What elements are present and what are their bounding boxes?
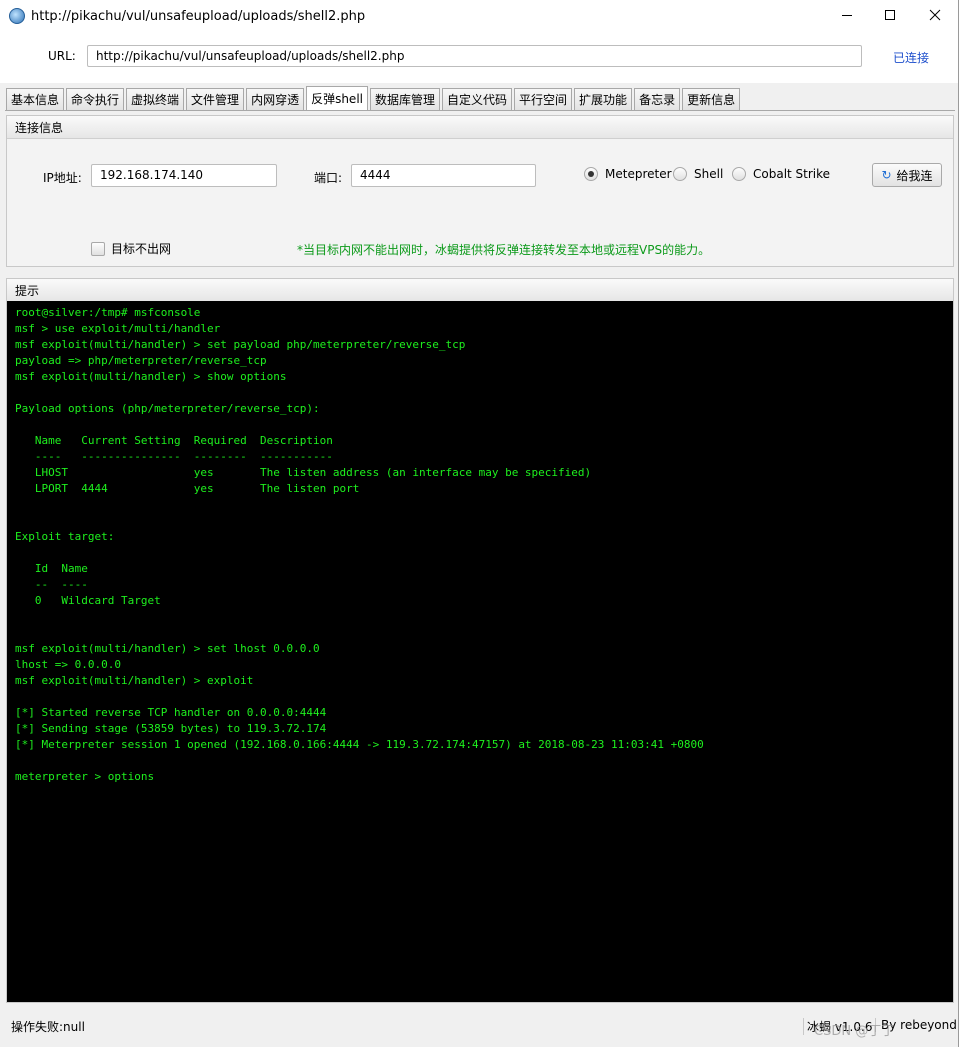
port-input[interactable]: 4444 (351, 164, 536, 187)
close-icon[interactable] (912, 0, 958, 30)
ip-input[interactable]: 192.168.174.140 (91, 164, 277, 187)
hint-panel-title: 提示 (7, 279, 953, 302)
connect-button-label: 给我连 (896, 168, 933, 183)
tab-file-manager[interactable]: 文件管理 (186, 88, 245, 110)
tab-command-exec[interactable]: 命令执行 (66, 88, 125, 110)
tab-custom-code[interactable]: 自定义代码 (442, 88, 513, 110)
terminal-output[interactable]: root@silver:/tmp# msfconsole msf > use e… (7, 301, 953, 1002)
watermark: CSDN @丁丁 (814, 1024, 895, 1039)
no-outbound-checkbox[interactable]: 目标不出网 (91, 240, 171, 257)
tab-parallel-space[interactable]: 平行空间 (514, 88, 573, 110)
title-bar: http://pikachu/vul/unsafeupload/uploads/… (0, 0, 958, 32)
connection-panel-title: 连接信息 (7, 116, 953, 139)
radio-selected-icon (584, 167, 598, 181)
url-label: URL: (48, 49, 76, 63)
tab-intranet-tunnel[interactable]: 内网穿透 (246, 88, 305, 110)
status-message: 操作失败:null (11, 1020, 85, 1034)
tab-basic-info[interactable]: 基本信息 (6, 88, 65, 110)
tab-bar: 基本信息 命令执行 虚拟终端 文件管理 内网穿透 反弹shell 数据库管理 自… (6, 86, 742, 110)
forwarding-note: *当目标内网不能出网时，冰蝎提供将反弹连接转发至本地或远程VPS的能力。 (297, 243, 711, 257)
tab-divider (5, 110, 955, 111)
connect-button[interactable]: ↻ 给我连 (872, 163, 942, 187)
no-outbound-label: 目标不出网 (111, 242, 172, 256)
connection-panel: 连接信息 IP地址: 192.168.174.140 端口: 4444 Mete… (6, 115, 954, 267)
maximize-icon[interactable] (867, 0, 913, 30)
tab-update-info[interactable]: 更新信息 (682, 88, 741, 110)
checkbox-box (91, 241, 105, 256)
radio-cobalt-strike[interactable]: Cobalt Strike (732, 167, 830, 181)
url-input[interactable]: http://pikachu/vul/unsafeupload/uploads/… (87, 45, 862, 67)
radio-unselected-icon (673, 167, 687, 181)
radio-shell-label: Shell (694, 167, 724, 181)
radio-shell[interactable]: Shell (673, 167, 723, 181)
tab-virtual-terminal[interactable]: 虚拟终端 (126, 88, 185, 110)
window-edge (958, 0, 967, 1047)
refresh-icon: ↻ (881, 168, 892, 182)
connection-status: 已连接 (893, 51, 930, 65)
window-title: http://pikachu/vul/unsafeupload/uploads/… (31, 8, 366, 24)
tab-database-manager[interactable]: 数据库管理 (370, 88, 441, 110)
radio-meterpreter[interactable]: Metepreter (584, 167, 672, 181)
app-icon (9, 8, 25, 24)
radio-cobalt-strike-label: Cobalt Strike (753, 167, 831, 181)
url-bar: URL: http://pikachu/vul/unsafeupload/upl… (0, 32, 958, 83)
tab-extensions[interactable]: 扩展功能 (574, 88, 633, 110)
minimize-icon[interactable] (824, 0, 870, 30)
tab-memo[interactable]: 备忘录 (634, 88, 681, 110)
radio-unselected-icon (732, 167, 746, 181)
terminal-text: root@silver:/tmp# msfconsole msf > use e… (15, 306, 704, 783)
tab-reverse-shell[interactable]: 反弹shell (306, 86, 368, 110)
radio-meterpreter-label: Metepreter (605, 167, 672, 181)
port-label: 端口: (314, 171, 343, 185)
ip-label: IP地址: (43, 171, 82, 185)
hint-panel: 提示 root@silver:/tmp# msfconsole msf > us… (6, 278, 954, 1003)
